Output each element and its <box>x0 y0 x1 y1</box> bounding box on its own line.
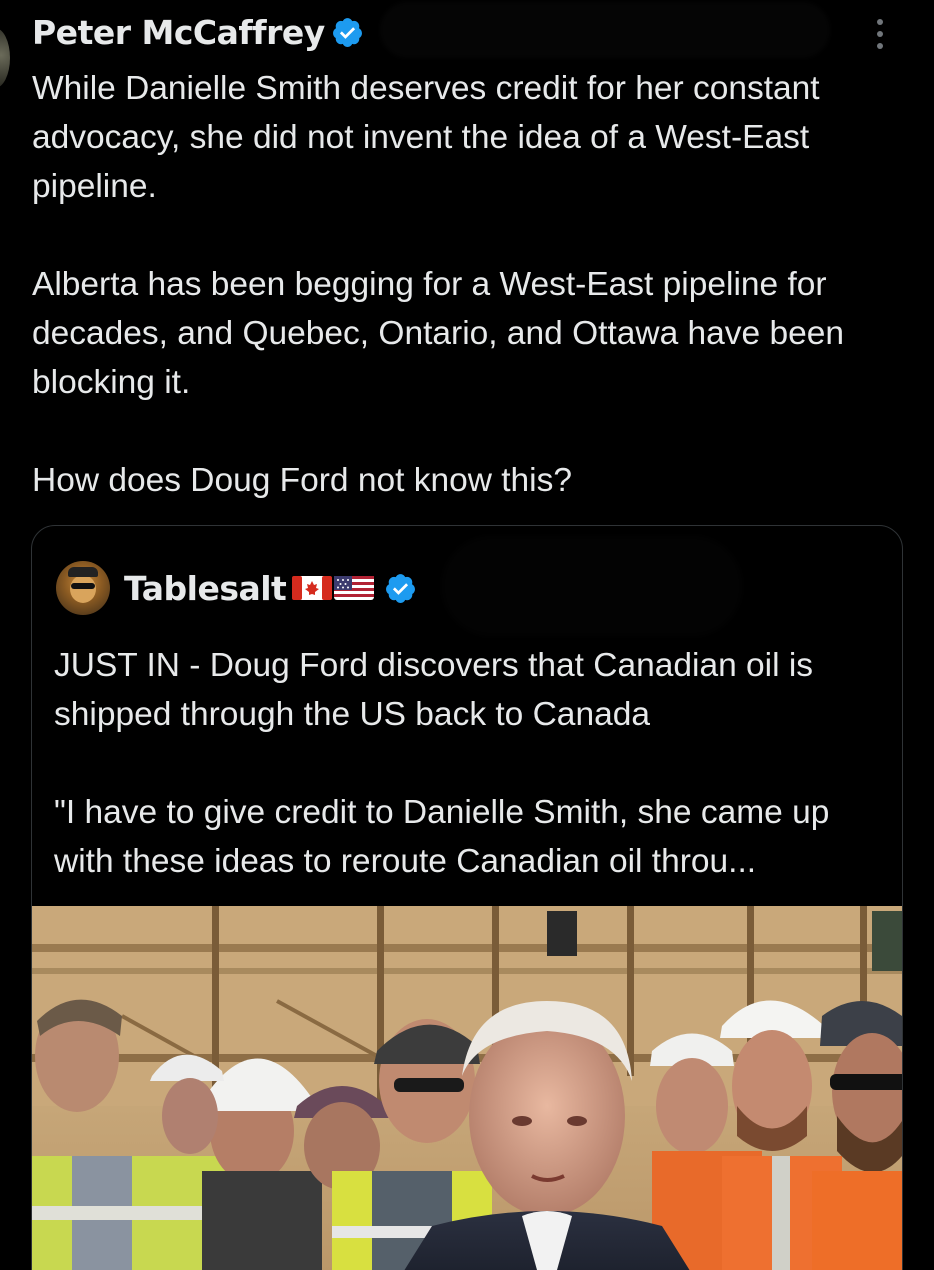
usa-flag-icon <box>334 576 375 600</box>
post-paragraph-3: How does Doug Ford not know this? <box>32 462 573 499</box>
post-paragraph-1: While Danielle Smith deserves credit for… <box>32 70 820 205</box>
quote-avatar[interactable] <box>56 561 110 615</box>
press-conference-photo <box>32 906 902 1270</box>
more-options-button[interactable] <box>866 14 894 54</box>
post-page: Peter McCaffrey While Danielle Smith des… <box>0 0 934 1270</box>
post-body: While Danielle Smith deserves credit for… <box>32 64 912 505</box>
quote-body: JUST IN - Doug Ford discovers that Canad… <box>54 641 894 886</box>
post-paragraph-2: Alberta has been begging for a West-East… <box>32 266 844 401</box>
redacted-handle <box>380 2 830 58</box>
quote-media-image[interactable] <box>32 906 902 1270</box>
verified-badge-icon <box>386 573 416 603</box>
quote-author-name[interactable]: Tablesalt <box>124 569 287 608</box>
quote-paragraph-2: "I have to give credit to Danielle Smith… <box>54 794 830 880</box>
dot-icon <box>877 31 883 37</box>
author-avatar[interactable] <box>0 28 10 88</box>
quoted-post-card[interactable]: Tablesalt JUST IN - Doug Ford discovers … <box>31 525 903 1270</box>
post-header: Peter McCaffrey <box>32 8 364 56</box>
dot-icon <box>877 43 883 49</box>
canada-flag-icon <box>292 576 333 600</box>
quote-paragraph-1: JUST IN - Doug Ford discovers that Canad… <box>54 647 814 733</box>
dot-icon <box>877 19 883 25</box>
redacted-handle <box>442 536 742 636</box>
author-name[interactable]: Peter McCaffrey <box>32 13 325 52</box>
verified-badge-icon <box>332 17 362 47</box>
quote-header: Tablesalt <box>56 558 417 618</box>
